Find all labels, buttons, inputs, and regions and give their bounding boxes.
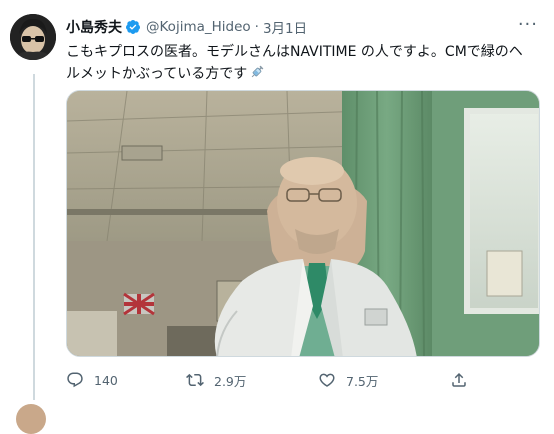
retweet-icon <box>186 373 204 387</box>
tweet-header: 小島秀夫 @Kojima_Hideo · 3月1日 ··· <box>66 14 544 38</box>
handle[interactable]: @Kojima_Hideo <box>146 19 251 35</box>
display-name[interactable]: 小島秀夫 <box>66 17 122 37</box>
more-options-icon[interactable]: ··· <box>518 14 538 35</box>
tweet-text: こもキプロスの医者。モデルさんはNAVITIME の人ですよ。CMで緑のヘルメッ… <box>66 41 534 87</box>
tweet-text-body: こもキプロスの医者。モデルさんはNAVITIME の人ですよ。CMで緑のヘルメッ… <box>66 44 523 82</box>
like-count: 7.5万 <box>346 373 379 389</box>
tweet-actions: 140 2.9万 7.5万 <box>66 368 486 392</box>
reply-count: 140 <box>94 372 118 388</box>
avatar[interactable] <box>10 14 56 60</box>
tweet-date[interactable]: 3月1日 <box>263 17 307 37</box>
thread-line <box>33 74 35 400</box>
like-button[interactable]: 7.5万 <box>318 371 378 390</box>
retweet-count: 2.9万 <box>214 373 247 389</box>
share-button[interactable] <box>450 371 478 389</box>
retweet-button[interactable]: 2.9万 <box>186 371 246 390</box>
share-icon <box>452 372 466 387</box>
heart-icon <box>319 373 335 387</box>
reply-button[interactable]: 140 <box>66 371 118 389</box>
next-tweet-avatar[interactable] <box>16 404 46 434</box>
reply-icon <box>67 372 83 388</box>
separator: · <box>254 19 259 35</box>
verified-badge-icon <box>125 19 141 35</box>
syringe-icon <box>249 64 265 87</box>
tweet-photo[interactable] <box>66 90 540 357</box>
